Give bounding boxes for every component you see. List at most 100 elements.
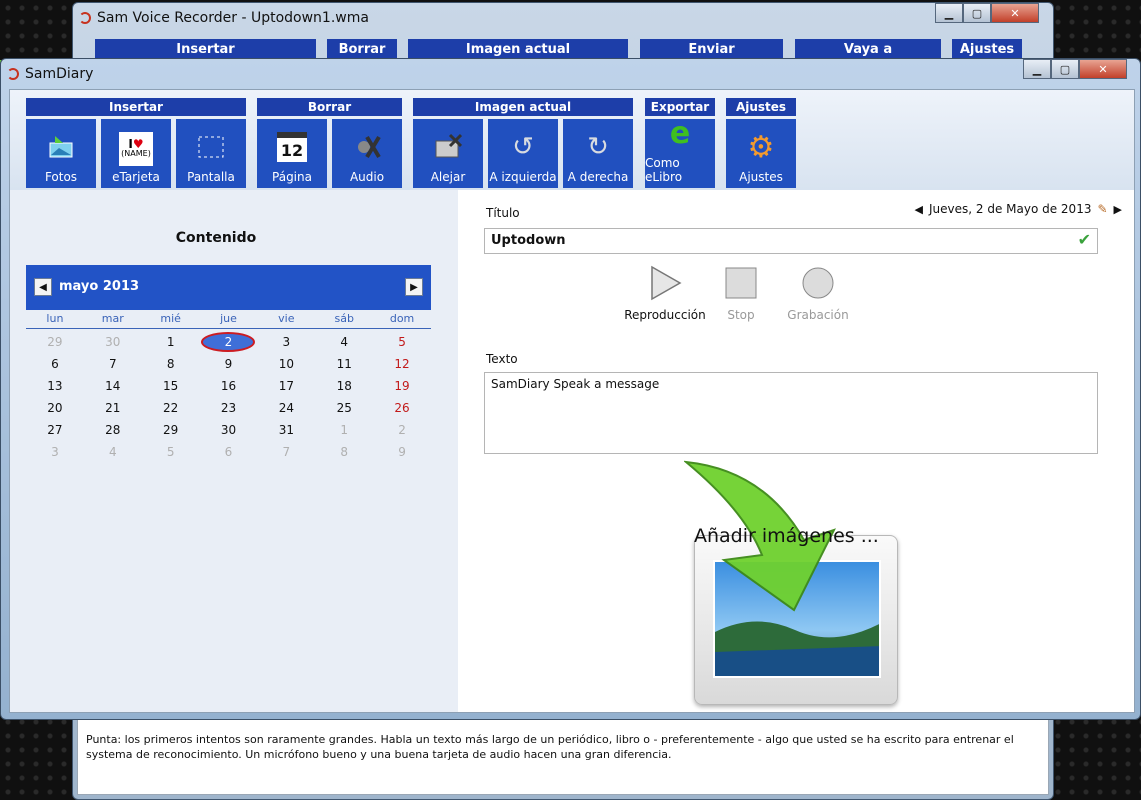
audio-button[interactable]: Audio — [332, 119, 402, 188]
etarjeta-button[interactable]: I♥ (NAME) eTarjeta — [101, 119, 171, 188]
button-label: Página — [272, 170, 312, 184]
checkmark-icon[interactable]: ✔ — [1078, 230, 1091, 249]
calendar-day[interactable]: 16 — [200, 379, 258, 393]
menu-insertar[interactable]: Insertar — [95, 39, 316, 59]
calendar-day[interactable]: 20 — [26, 401, 84, 415]
add-images-dropzone[interactable]: Añadir imágenes ... — [684, 460, 914, 710]
calendar-day[interactable]: 28 — [84, 423, 142, 437]
calendar-day[interactable]: 25 — [315, 401, 373, 415]
calendar-day[interactable]: 9 — [200, 357, 258, 371]
a-derecha-button[interactable]: ↻ A derecha — [563, 119, 633, 188]
calendar-day[interactable]: 12 — [373, 357, 431, 371]
date-navigator: ◀ Jueves, 2 de Mayo de 2013 ✎ ▶ — [915, 202, 1122, 216]
calendar-day[interactable]: 7 — [257, 445, 315, 459]
menu-vaya-a[interactable]: Vaya a — [795, 39, 941, 59]
calendar-day[interactable]: 17 — [257, 379, 315, 393]
calendar-day[interactable]: 10 — [257, 357, 315, 371]
calendar-day[interactable]: 6 — [26, 357, 84, 371]
weekday-label: vie — [278, 312, 295, 325]
calendar-day[interactable]: 14 — [84, 379, 142, 393]
calendar-day[interactable]: 24 — [257, 401, 315, 415]
weekday-label: dom — [389, 312, 415, 325]
maximize-icon[interactable]: ▢ — [1051, 59, 1079, 79]
ajustes-button[interactable]: ⚙ Ajustes — [726, 119, 796, 188]
text-field[interactable]: SamDiary Speak a message — [484, 372, 1098, 454]
record-button[interactable]: Grabación — [773, 264, 863, 322]
a-izquierda-button[interactable]: ↺ A izquierda — [488, 119, 558, 188]
calendar-day[interactable]: 1 — [315, 423, 373, 437]
minimize-icon[interactable]: ▁ — [1023, 59, 1051, 79]
calendar-day[interactable]: 22 — [142, 401, 200, 415]
samdiary-titlebar: SamDiary — [7, 63, 93, 85]
calendar-day[interactable]: 18 — [315, 379, 373, 393]
calendar-day[interactable]: 29 — [26, 335, 84, 349]
menu-enviar[interactable]: Enviar — [640, 39, 783, 59]
player-label: Stop — [727, 308, 755, 322]
calendar-day[interactable]: 4 — [315, 335, 373, 349]
calendar-day[interactable]: 27 — [26, 423, 84, 437]
calendar-day[interactable]: 5 — [142, 445, 200, 459]
minimize-icon[interactable]: ▁ — [935, 3, 963, 23]
prev-day-button[interactable]: ◀ — [915, 203, 923, 216]
button-label: Fotos — [44, 170, 78, 184]
calendar-day[interactable]: 4 — [84, 445, 142, 459]
texto-label: Texto — [486, 352, 518, 366]
close-icon[interactable]: ✕ — [991, 3, 1039, 23]
weekday-header: lun mar mié jue vie sáb dom — [26, 312, 431, 329]
button-label: Audio — [349, 170, 385, 184]
group-label: Borrar — [257, 98, 402, 116]
menu-imagen-actual[interactable]: Imagen actual — [408, 39, 628, 59]
next-month-button[interactable]: ▶ — [405, 278, 423, 296]
screen-capture-icon — [196, 132, 226, 162]
calendar-week: 6 7 8 9 10 11 12 — [26, 353, 431, 375]
calendar-day[interactable]: 2 — [373, 423, 431, 437]
pencil-edit-icon[interactable]: ✎ — [1097, 202, 1107, 216]
alejar-button[interactable]: Alejar — [413, 119, 483, 188]
como-elibro-button[interactable]: e Como eLibro — [645, 116, 715, 188]
calendar-day[interactable]: 6 — [200, 445, 258, 459]
prev-month-button[interactable]: ◀ — [34, 278, 52, 296]
calendar-day[interactable]: 30 — [200, 423, 258, 437]
ribbon-group-exportar: Exportar e Como eLibro — [645, 98, 715, 188]
calendar-day[interactable]: 23 — [200, 401, 258, 415]
calendar-day[interactable]: 31 — [257, 423, 315, 437]
maximize-icon[interactable]: ▢ — [963, 3, 991, 23]
calendar-day[interactable]: 5 — [373, 335, 431, 349]
voice-recorder-titlebar: Sam Voice Recorder - Uptodown1.wma — [79, 7, 369, 29]
next-day-button[interactable]: ▶ — [1114, 203, 1122, 216]
calendar-day[interactable]: 21 — [84, 401, 142, 415]
calendar-day[interactable]: 26 — [373, 401, 431, 415]
calendar-day[interactable]: 1 — [142, 335, 200, 349]
selected-day[interactable]: 2 — [201, 332, 256, 352]
calendar-day[interactable]: 7 — [84, 357, 142, 371]
button-label: Alejar — [430, 170, 466, 184]
ribbon-group-imagen-actual: Imagen actual Alejar ↺ A izquierda ↻ A d… — [413, 98, 633, 188]
calendar-day[interactable]: 30 — [84, 335, 142, 349]
pagina-button[interactable]: 12 Página — [257, 119, 327, 188]
close-icon[interactable]: ✕ — [1079, 59, 1127, 79]
menu-borrar[interactable]: Borrar — [327, 39, 397, 59]
ribbon-group-insertar: Insertar Fotos I♥ (NAME) eTarjeta Pantall… — [26, 98, 246, 188]
calendar-day[interactable]: 2 — [200, 332, 258, 352]
calendar-day[interactable]: 3 — [26, 445, 84, 459]
group-label: Insertar — [26, 98, 246, 116]
calendar-day[interactable]: 8 — [142, 357, 200, 371]
calendar-day[interactable]: 8 — [315, 445, 373, 459]
i-love-name-card-icon: I♥ (NAME) — [119, 132, 153, 166]
title-field[interactable]: Uptodown ✔ — [484, 228, 1098, 254]
rotate-left-icon: ↺ — [512, 132, 534, 162]
pantalla-button[interactable]: Pantalla — [176, 119, 246, 188]
menu-ajustes[interactable]: Ajustes — [952, 39, 1022, 59]
calendar-day[interactable]: 19 — [373, 379, 431, 393]
calendar-day[interactable]: 9 — [373, 445, 431, 459]
calendar-day[interactable]: 15 — [142, 379, 200, 393]
calendar-week: 3456789 — [26, 441, 431, 463]
audio-delete-icon — [352, 132, 382, 162]
calendar-day[interactable]: 3 — [257, 335, 315, 349]
tip-text: Punta: los primeros intentos son raramen… — [77, 717, 1049, 795]
fotos-button[interactable]: Fotos — [26, 119, 96, 188]
samdiary-window-controls: ▁ ▢ ✕ — [1023, 59, 1127, 79]
calendar-day[interactable]: 29 — [142, 423, 200, 437]
calendar-day[interactable]: 13 — [26, 379, 84, 393]
calendar-day[interactable]: 11 — [315, 357, 373, 371]
